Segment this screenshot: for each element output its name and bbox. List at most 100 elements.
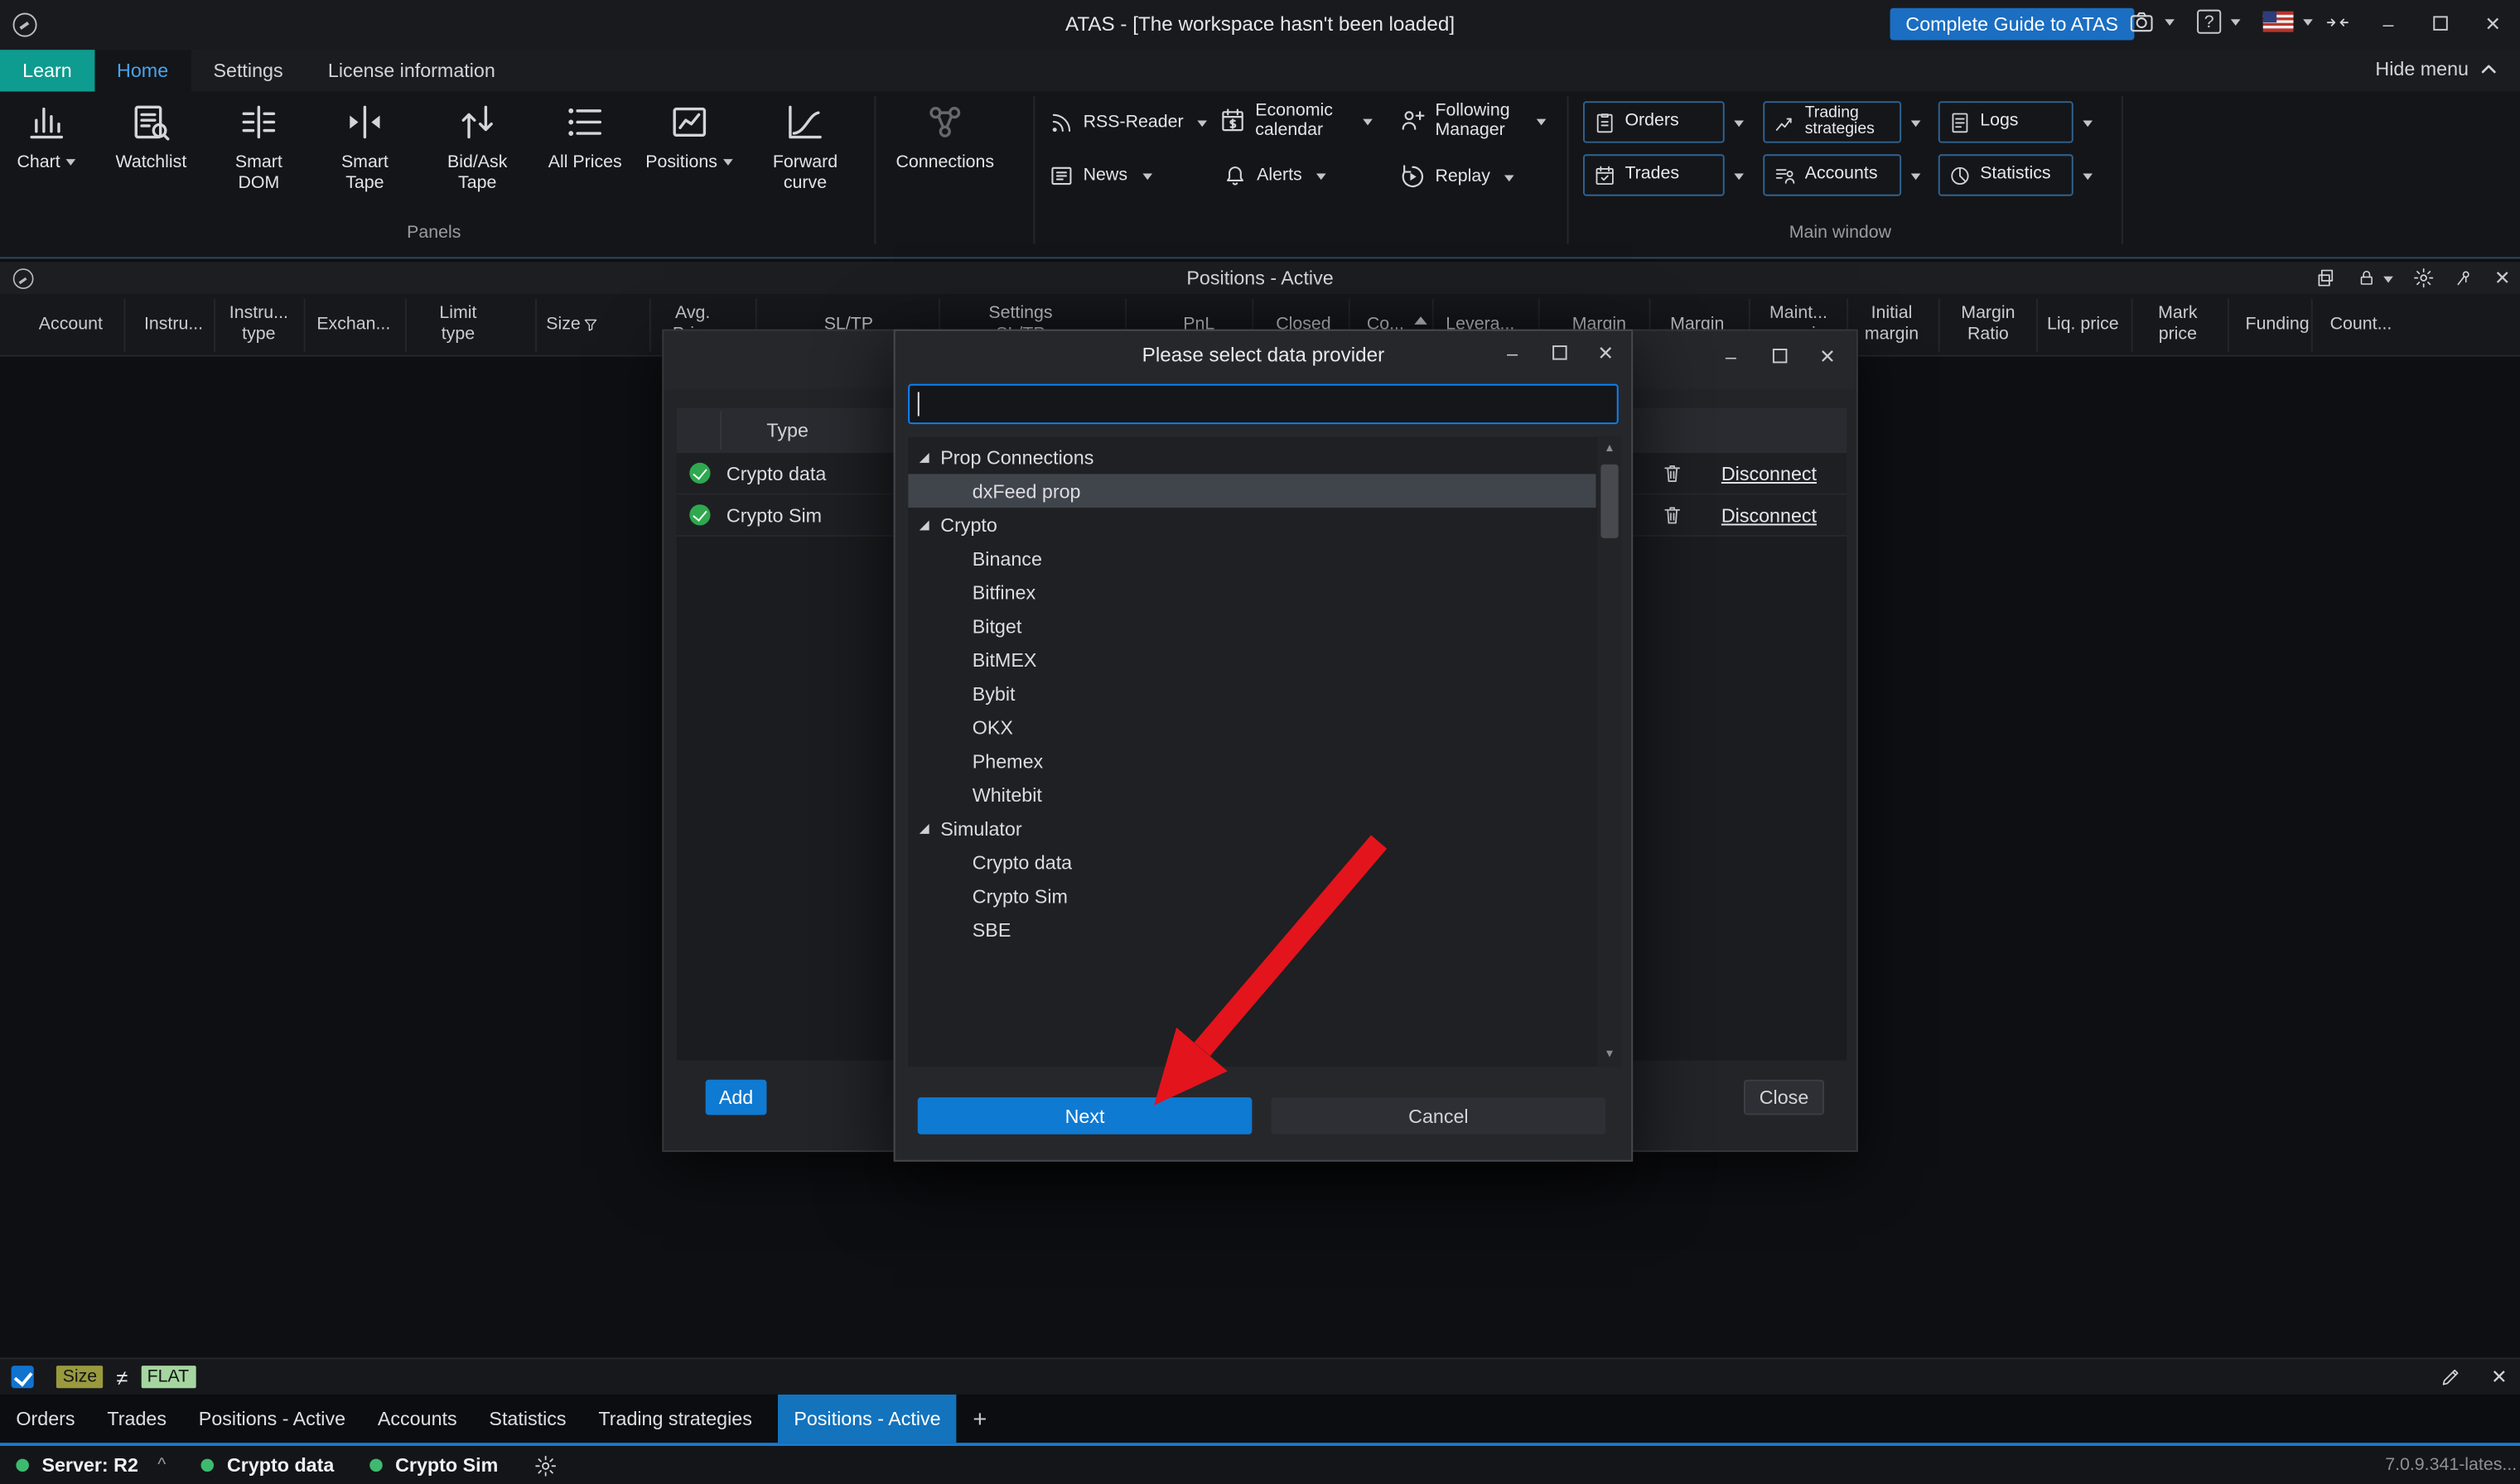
statistics-dropdown-button[interactable]	[2073, 154, 2096, 195]
ribbon-logs-button[interactable]: Logs	[1938, 101, 2073, 142]
minimize-button[interactable]: –	[2363, 13, 2414, 36]
complete-guide-button[interactable]: Complete Guide to ATAS	[1890, 8, 2134, 41]
ribbon-following-manager-button[interactable]: Following Manager	[1398, 101, 1559, 140]
tree-item[interactable]: Bybit	[908, 677, 1596, 711]
tree-item[interactable]: Crypto data	[908, 845, 1596, 879]
maximize-button[interactable]	[1766, 345, 1792, 368]
accounts-dropdown-button[interactable]	[1901, 154, 1924, 195]
ribbon-economic-calendar-button[interactable]: Economic calendar	[1219, 101, 1386, 140]
filter-field-badge[interactable]: Size	[56, 1366, 104, 1388]
close-window-button[interactable]: ✕	[2494, 267, 2511, 289]
menu-tab-learn[interactable]: Learn	[0, 50, 94, 91]
column-header[interactable]: Liq. price	[2044, 296, 2122, 354]
tree-item[interactable]: OKX	[908, 711, 1596, 744]
menu-tab-settings[interactable]: Settings	[191, 50, 305, 91]
tree-group[interactable]: ◢Crypto	[908, 508, 1596, 542]
expander-icon[interactable]: ◢	[920, 821, 929, 835]
scroll-up-button[interactable]: ▲	[1597, 437, 1621, 461]
duplicate-window-icon[interactable]	[2315, 267, 2337, 289]
tree-item[interactable]: SBE	[908, 913, 1596, 947]
ribbon-all-prices-button[interactable]: All Prices	[543, 99, 627, 173]
menu-tab-home[interactable]: Home	[94, 50, 191, 91]
server-expander[interactable]: ^	[157, 1456, 166, 1475]
tab-accounts[interactable]: Accounts	[361, 1395, 473, 1443]
tree-item[interactable]: Bitfinex	[908, 576, 1596, 610]
close-dialog-button[interactable]: ✕	[1814, 345, 1840, 368]
ribbon-accounts-button[interactable]: Accounts	[1763, 154, 1901, 195]
ribbon-rss-reader-button[interactable]: RSS-Reader	[1048, 109, 1208, 137]
filter-value-badge[interactable]: FLAT	[141, 1366, 196, 1388]
tree-item-selected[interactable]: dxFeed prop	[908, 474, 1596, 508]
ribbon-forward-curve-button[interactable]: Forward curve	[756, 99, 855, 193]
column-header[interactable]: Exchan...	[308, 296, 398, 354]
scroll-down-button[interactable]: ▼	[1597, 1043, 1621, 1067]
edit-filter-pencil-icon[interactable]	[2440, 1366, 2462, 1388]
cancel-button[interactable]: Cancel	[1272, 1097, 1606, 1135]
ribbon-replay-button[interactable]: Replay	[1398, 162, 1514, 191]
hide-menu-button[interactable]: Hide menu	[2375, 58, 2498, 80]
add-tab-button[interactable]: +	[957, 1395, 1003, 1443]
ribbon-alerts-button[interactable]: Alerts	[1221, 162, 1325, 190]
column-header[interactable]: Size	[540, 296, 605, 354]
gear-icon[interactable]	[533, 1453, 558, 1477]
close-button[interactable]: Close	[1744, 1080, 1824, 1115]
next-button[interactable]: Next	[918, 1097, 1253, 1135]
lock-window-button[interactable]	[2356, 267, 2393, 289]
pin-icon[interactable]	[2454, 267, 2474, 289]
scrollbar[interactable]: ▲ ▼	[1597, 437, 1621, 1067]
ribbon-orders-button[interactable]: Orders	[1583, 101, 1725, 142]
server-label[interactable]: Server: R2	[41, 1454, 138, 1477]
collapse-window-button[interactable]	[2311, 12, 2363, 36]
type-column-header[interactable]: Type	[766, 419, 808, 441]
expander-icon[interactable]: ◢	[920, 450, 929, 464]
gear-icon[interactable]	[2412, 267, 2435, 289]
disconnect-link[interactable]: Disconnect	[1721, 504, 1817, 526]
ribbon-statistics-button[interactable]: Statistics	[1938, 154, 2073, 195]
ribbon-smart-tape-button[interactable]: Smart Tape	[321, 99, 408, 193]
menu-tab-license[interactable]: License information	[306, 50, 518, 91]
column-header[interactable]: Margin Ratio	[1945, 296, 2032, 354]
orders-dropdown-button[interactable]	[1725, 101, 1747, 142]
screenshot-button[interactable]	[2128, 8, 2175, 36]
ribbon-positions-button[interactable]: Positions	[640, 99, 739, 173]
tree-item[interactable]: Binance	[908, 542, 1596, 576]
add-connection-button[interactable]: Add	[706, 1080, 767, 1115]
column-header[interactable]: Account	[22, 296, 118, 354]
disconnect-link[interactable]: Disconnect	[1721, 462, 1817, 484]
trading-strategies-dropdown-button[interactable]	[1901, 101, 1924, 142]
ribbon-chart-button[interactable]: Chart	[7, 99, 87, 173]
maximize-button[interactable]	[1546, 342, 1571, 364]
expander-icon[interactable]: ◢	[920, 518, 929, 532]
ribbon-watchlist-button[interactable]: Watchlist	[99, 99, 202, 173]
filter-operator[interactable]: ≠	[116, 1365, 128, 1389]
tab-positions-active[interactable]: Positions - Active	[182, 1395, 361, 1443]
tree-group[interactable]: ◢Simulator	[908, 812, 1596, 846]
minimize-button[interactable]: –	[1718, 345, 1744, 368]
tab-statistics[interactable]: Statistics	[473, 1395, 582, 1443]
help-button[interactable]: ?	[2197, 10, 2240, 34]
tree-group[interactable]: ◢Prop Connections	[908, 441, 1596, 475]
logs-dropdown-button[interactable]	[2073, 101, 2096, 142]
filter-enabled-checkbox[interactable]	[12, 1366, 34, 1388]
ribbon-trades-button[interactable]: Trades	[1583, 154, 1725, 195]
tree-item[interactable]: Bitget	[908, 609, 1596, 643]
provider-search-input[interactable]	[908, 384, 1619, 425]
ribbon-bid-ask-tape-button[interactable]: Bid/Ask Tape	[427, 99, 527, 193]
close-app-button[interactable]: ✕	[2465, 13, 2520, 36]
language-button[interactable]	[2263, 12, 2313, 32]
column-header[interactable]: Funding	[2234, 296, 2321, 354]
column-header[interactable]: Initial margin	[1851, 296, 1932, 354]
minimize-button[interactable]: –	[1499, 342, 1525, 364]
tab-trading-strategies[interactable]: Trading strategies	[582, 1395, 768, 1443]
tree-item[interactable]: Crypto Sim	[908, 879, 1596, 913]
column-header[interactable]: Mark price	[2137, 296, 2218, 354]
column-header[interactable]: Count...	[2318, 296, 2405, 354]
tree-item[interactable]: Whitebit	[908, 778, 1596, 812]
tab-positions-active-current[interactable]: Positions - Active	[778, 1395, 957, 1443]
clear-filter-button[interactable]: ✕	[2491, 1366, 2508, 1388]
ribbon-news-button[interactable]: News	[1048, 162, 1151, 190]
column-header[interactable]: Instru... type	[219, 296, 299, 354]
ribbon-trading-strategies-button[interactable]: Trading strategies	[1763, 101, 1901, 142]
maximize-button[interactable]	[2414, 13, 2465, 36]
column-header[interactable]: Instru...	[132, 296, 215, 354]
